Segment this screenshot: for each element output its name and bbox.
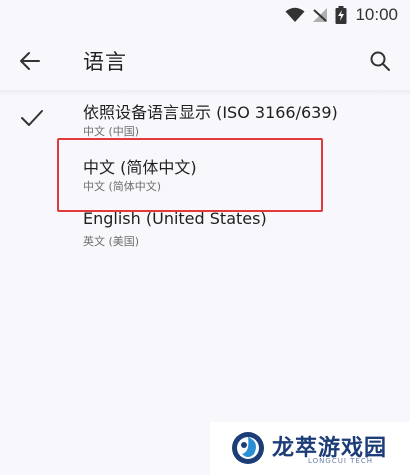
language-sublabel: 英文 (美国) bbox=[83, 235, 140, 248]
language-label: 依照设备语言显示 (ISO 3166/639) bbox=[83, 103, 338, 122]
app-bar: 语言 bbox=[0, 30, 410, 90]
language-item-english-us[interactable]: English (United States) 英文 (美国) bbox=[0, 206, 410, 260]
signal-off-icon bbox=[313, 8, 328, 22]
language-sublabel: 中文 (中国) bbox=[83, 125, 140, 138]
arrow-left-icon bbox=[20, 52, 40, 70]
watermark-logo-icon bbox=[232, 432, 264, 464]
search-button[interactable] bbox=[364, 45, 396, 77]
status-time: 10:00 bbox=[355, 5, 398, 24]
check-icon bbox=[21, 110, 43, 126]
status-bar: 10:00 bbox=[0, 0, 410, 30]
page-title: 语言 bbox=[83, 50, 127, 74]
highlight-box bbox=[57, 138, 323, 212]
search-icon bbox=[370, 51, 390, 71]
watermark-subtitle: LONGCUI TECH bbox=[308, 457, 373, 465]
battery-charging-icon bbox=[335, 6, 347, 24]
watermark: 龙萃游戏园 LONGCUI TECH bbox=[210, 422, 410, 475]
wifi-icon bbox=[285, 7, 305, 22]
status-icons: 10:00 bbox=[285, 5, 398, 25]
back-button[interactable] bbox=[14, 45, 46, 77]
